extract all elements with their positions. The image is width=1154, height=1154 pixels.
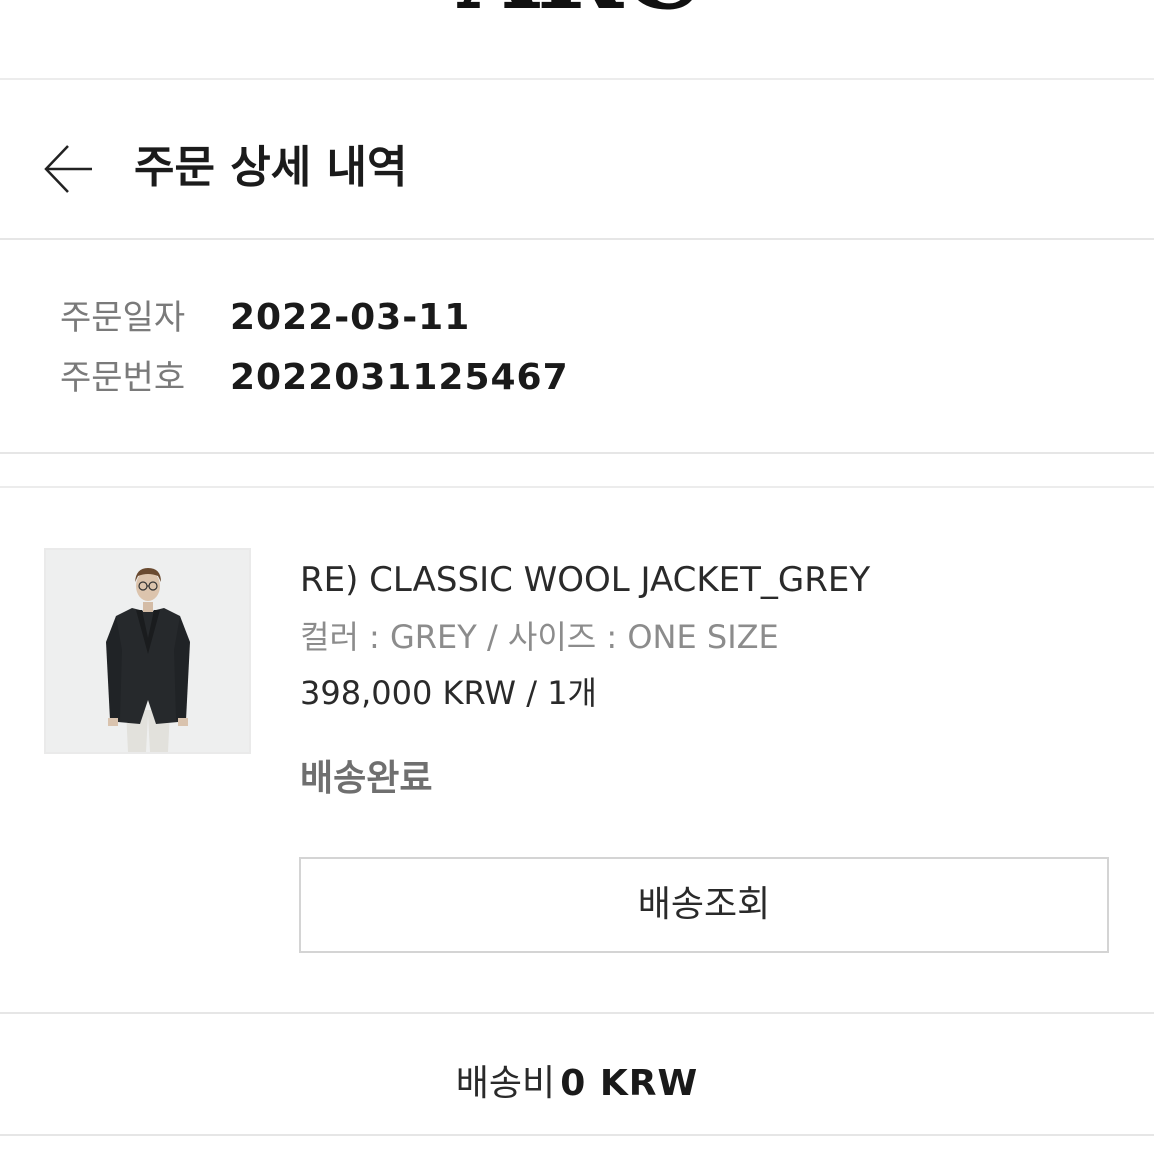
order-date-value: 2022-03-11 <box>230 297 471 338</box>
logo-bar: ARC <box>0 0 1154 80</box>
brand-logo[interactable]: ARC <box>440 0 720 24</box>
order-number-label: 주문번호 <box>60 358 186 398</box>
page-title: 주문 상세 내역 <box>134 142 408 193</box>
back-button[interactable] <box>40 142 100 196</box>
shipping-fee-row: 배송비 0 KRW <box>0 1016 1154 1136</box>
order-number-value: 2022031125467 <box>230 357 569 398</box>
product-price: 398,000 KRW / 1개 <box>300 674 597 712</box>
delivery-status: 배송완료 <box>300 758 433 799</box>
section-divider <box>0 456 1154 488</box>
arrow-left-icon <box>44 145 92 193</box>
order-date-label: 주문일자 <box>60 298 186 338</box>
order-info-section: 주문일자 2022-03-11 주문번호 2022031125467 <box>0 242 1154 454</box>
product-option: 컬러 : GREY / 사이즈 : ONE SIZE <box>300 618 779 656</box>
page-header: 주문 상세 내역 <box>0 82 1154 240</box>
shipping-fee-label: 배송비 <box>455 1063 556 1104</box>
product-image[interactable] <box>44 548 251 754</box>
product-name[interactable]: RE) CLASSIC WOOL JACKET_GREY <box>300 558 870 602</box>
product-photo <box>46 550 249 752</box>
product-item: RE) CLASSIC WOOL JACKET_GREY 컬러 : GREY /… <box>0 490 1154 1014</box>
shipping-fee: 배송비 0 KRW <box>0 1054 1154 1106</box>
track-delivery-button[interactable]: 배송조회 <box>299 857 1109 953</box>
shipping-fee-value: 0 KRW <box>560 1063 699 1104</box>
